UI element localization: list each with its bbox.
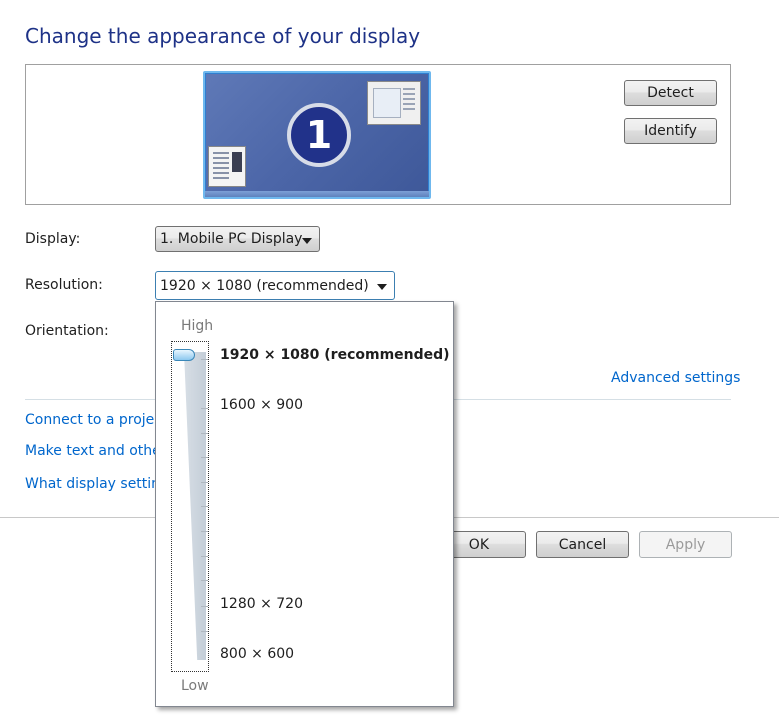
slider-tick [201,433,208,434]
slider-tick [201,457,208,458]
slider-tick [201,631,208,632]
identify-button[interactable]: Identify [624,118,717,144]
resolution-option[interactable]: 1920 × 1080 (recommended) [220,347,450,363]
resolution-select[interactable]: 1920 × 1080 (recommended) [155,271,395,300]
monitor-number-badge: 1 [287,103,351,167]
slider-tick [201,580,208,581]
slider-tick [201,531,208,532]
resolution-label: Resolution: [25,277,103,293]
resolution-dropdown[interactable]: High 1920 × 1080 (recommended) 1600 × 90… [155,301,454,707]
slider-tick [201,359,208,360]
resolution-slider-thumb[interactable] [173,349,195,361]
slider-tick [201,408,208,409]
advanced-settings-link[interactable]: Advanced settings [611,370,740,386]
resolution-option[interactable]: 1280 × 720 [220,596,303,612]
resolution-select-value: 1920 × 1080 (recommended) [160,277,369,294]
orientation-label: Orientation: [25,323,109,339]
slider-tick [201,506,208,507]
page-title: Change the appearance of your display [25,24,421,48]
make-text-larger-link[interactable]: Make text and other [25,443,167,459]
chevron-down-icon [302,238,312,244]
slider-high-label: High [181,318,214,334]
display-label: Display: [25,231,81,247]
monitor-1-thumbnail[interactable]: 1 [203,71,431,199]
what-display-settings-link[interactable]: What display setting [25,476,169,492]
cancel-button[interactable]: Cancel [536,531,629,558]
window-thumbnail-icon [367,81,421,125]
taskbar [205,191,429,197]
resolution-option[interactable]: 1600 × 900 [220,397,303,413]
slider-tick [201,482,208,483]
apply-button[interactable]: Apply [639,531,732,558]
slider-tick [201,606,208,607]
slider-tick [201,556,208,557]
slider-low-label: Low [181,678,209,694]
connect-projector-link[interactable]: Connect to a projec [25,412,162,428]
detect-button[interactable]: Detect [624,80,717,106]
display-select-value: 1. Mobile PC Display [160,231,303,247]
identify-button-label: Identify [644,123,697,139]
resolution-option[interactable]: 800 × 600 [220,646,294,662]
chevron-down-icon [377,284,387,290]
display-select[interactable]: 1. Mobile PC Display [155,226,320,252]
window-thumbnail-icon [208,146,246,187]
